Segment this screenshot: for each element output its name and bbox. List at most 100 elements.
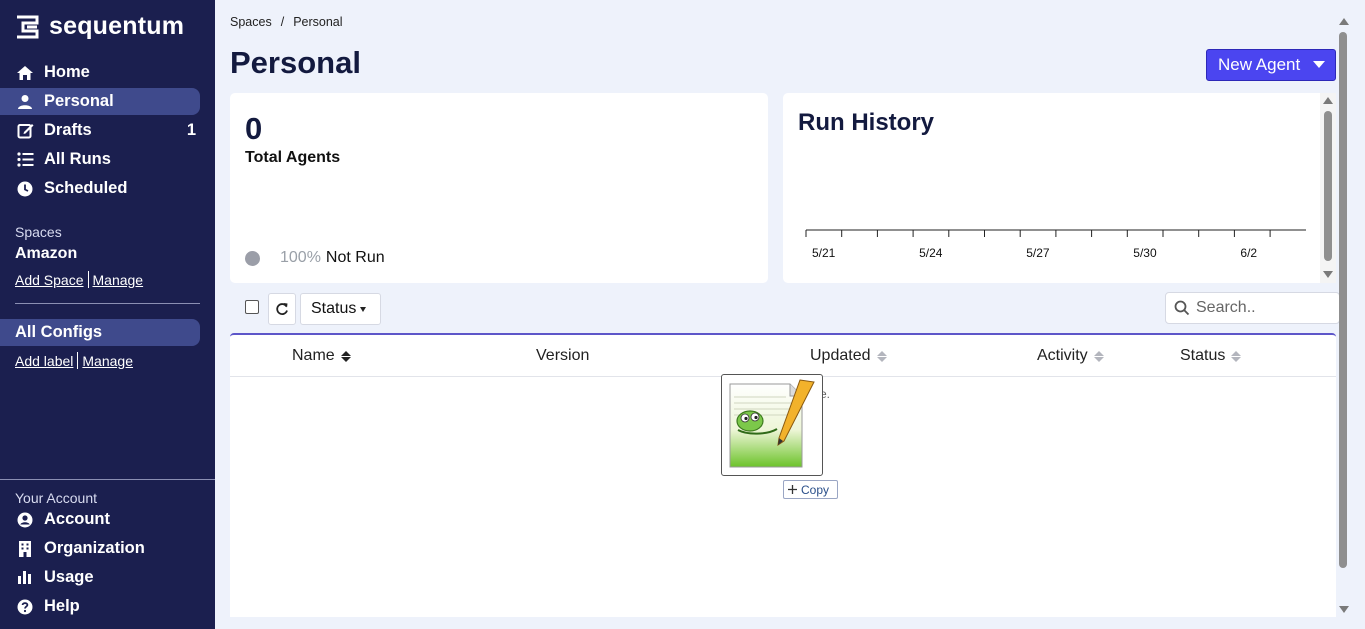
- manage-labels-link[interactable]: Manage: [82, 353, 133, 369]
- scroll-thumb[interactable]: [1339, 32, 1347, 568]
- total-agents-count: 0: [245, 111, 263, 146]
- total-agents-label: Total Agents: [245, 149, 341, 166]
- nav-all-runs[interactable]: All Runs: [0, 146, 200, 173]
- column-version[interactable]: Version: [536, 347, 589, 365]
- nav-label: Home: [44, 63, 90, 81]
- nav-personal[interactable]: Personal: [0, 88, 200, 115]
- card-scrollbar[interactable]: [1320, 93, 1336, 283]
- add-label-link[interactable]: Add label: [15, 353, 73, 369]
- run-history-chart: 5/21 5/24 5/27 5/30 6/2: [805, 229, 1306, 260]
- nav-help[interactable]: Help: [0, 593, 200, 620]
- not-run-label: Not Run: [325, 249, 385, 266]
- column-status[interactable]: Status: [1180, 347, 1242, 365]
- label-links: Add label Manage: [15, 352, 133, 369]
- scroll-down-icon[interactable]: [1323, 271, 1333, 278]
- scroll-up-icon[interactable]: [1339, 18, 1349, 25]
- status-dot-icon: [245, 250, 260, 266]
- nav-label: Personal: [44, 92, 114, 110]
- table-header: Name Version Updated Activity Status: [230, 335, 1336, 377]
- bar-chart-icon: [16, 569, 34, 587]
- column-label: Version: [536, 347, 590, 364]
- spaces-heading: Spaces: [15, 224, 62, 240]
- nav-drafts[interactable]: Drafts 1: [0, 117, 200, 144]
- sort-icon: [1093, 350, 1104, 362]
- divider: [87, 271, 89, 288]
- nav-label: Account: [44, 510, 110, 528]
- column-label: Updated: [810, 347, 871, 364]
- column-activity[interactable]: Activity: [1037, 347, 1104, 365]
- column-updated[interactable]: Updated: [810, 347, 887, 365]
- sort-icon: [340, 350, 351, 362]
- refresh-icon: [276, 303, 288, 315]
- nav-label: All Runs: [44, 150, 111, 168]
- drag-copy-indicator: Copy: [783, 480, 838, 499]
- logo[interactable]: sequentum: [14, 12, 184, 41]
- clock-icon: [16, 180, 34, 198]
- not-run-legend: 100% Not Run: [245, 249, 385, 267]
- nav-label: Scheduled: [44, 179, 128, 197]
- breadcrumb: Spaces / Personal: [230, 15, 343, 29]
- nav-home[interactable]: Home: [0, 59, 200, 86]
- nav-label: Usage: [44, 568, 94, 586]
- space-amazon[interactable]: Amazon: [15, 245, 77, 263]
- sort-icon: [1231, 350, 1242, 362]
- sequentum-logo-icon: [17, 15, 39, 38]
- nav-organization[interactable]: Organization: [0, 535, 200, 562]
- scroll-down-icon[interactable]: [1339, 606, 1349, 613]
- add-space-link[interactable]: Add Space: [15, 272, 84, 288]
- x-tick-label: 5/27: [1026, 246, 1050, 260]
- not-run-percent: 100%: [280, 249, 321, 266]
- new-agent-label: New Agent: [1218, 55, 1301, 74]
- list-icon: [16, 151, 34, 169]
- copy-label: Copy: [801, 482, 830, 497]
- breadcrumb-spaces[interactable]: Spaces: [230, 15, 272, 29]
- drafts-count: 1: [186, 121, 196, 139]
- search-input[interactable]: [1196, 299, 1336, 317]
- section-divider: [15, 303, 200, 304]
- scroll-up-icon[interactable]: [1323, 97, 1333, 104]
- column-name[interactable]: Name: [292, 347, 351, 365]
- page-scrollbar[interactable]: [1336, 12, 1350, 617]
- edit-icon: [16, 122, 34, 140]
- brand-name: sequentum: [49, 12, 185, 40]
- search-icon: [1174, 300, 1190, 316]
- x-tick-label: 6/2: [1240, 246, 1257, 260]
- nav-label: Organization: [44, 539, 145, 557]
- select-all-checkbox[interactable]: [245, 300, 259, 314]
- status-filter-dropdown[interactable]: Status: [300, 293, 381, 325]
- notepad-plus-plus-icon: [729, 379, 815, 468]
- total-agents-card: 0 Total Agents 100% Not Run: [230, 93, 768, 283]
- help-icon: [16, 598, 34, 616]
- nav-scheduled[interactable]: Scheduled: [0, 175, 200, 202]
- account-divider: [0, 479, 215, 480]
- nav-label: All Configs: [15, 323, 103, 341]
- plus-icon: [788, 485, 797, 494]
- breadcrumb-current: Personal: [293, 15, 343, 29]
- x-tick-label: 5/21: [812, 246, 836, 260]
- caret-down-icon: [1313, 61, 1325, 68]
- status-filter-label: Status: [311, 300, 357, 317]
- page-title: Personal: [230, 45, 361, 80]
- scroll-thumb[interactable]: [1324, 111, 1332, 261]
- breadcrumb-separator: /: [280, 15, 285, 29]
- x-tick-label: 5/24: [919, 246, 943, 260]
- nav-account[interactable]: Account: [0, 506, 200, 533]
- caret-down-icon: [360, 306, 367, 312]
- nav-all-configs[interactable]: All Configs: [0, 319, 200, 346]
- run-history-card: Run History 5/21 5/24 5/27 5/30 6/2: [783, 93, 1320, 283]
- nav-label: Drafts: [44, 121, 92, 139]
- building-icon: [16, 540, 34, 558]
- column-label: Activity: [1037, 347, 1088, 364]
- divider: [77, 352, 79, 369]
- new-agent-button[interactable]: New Agent: [1206, 49, 1336, 81]
- sidebar: sequentum Home Personal Drafts 1 All Run…: [0, 0, 215, 629]
- refresh-button[interactable]: [268, 293, 296, 325]
- nav-label: Help: [44, 597, 80, 615]
- sort-icon: [876, 350, 887, 362]
- search-box[interactable]: [1165, 292, 1340, 324]
- nav-usage[interactable]: Usage: [0, 564, 200, 591]
- manage-spaces-link[interactable]: Manage: [93, 272, 144, 288]
- x-tick-label: 5/30: [1133, 246, 1157, 260]
- space-links: Add Space Manage: [15, 271, 143, 288]
- account-heading: Your Account: [15, 490, 97, 506]
